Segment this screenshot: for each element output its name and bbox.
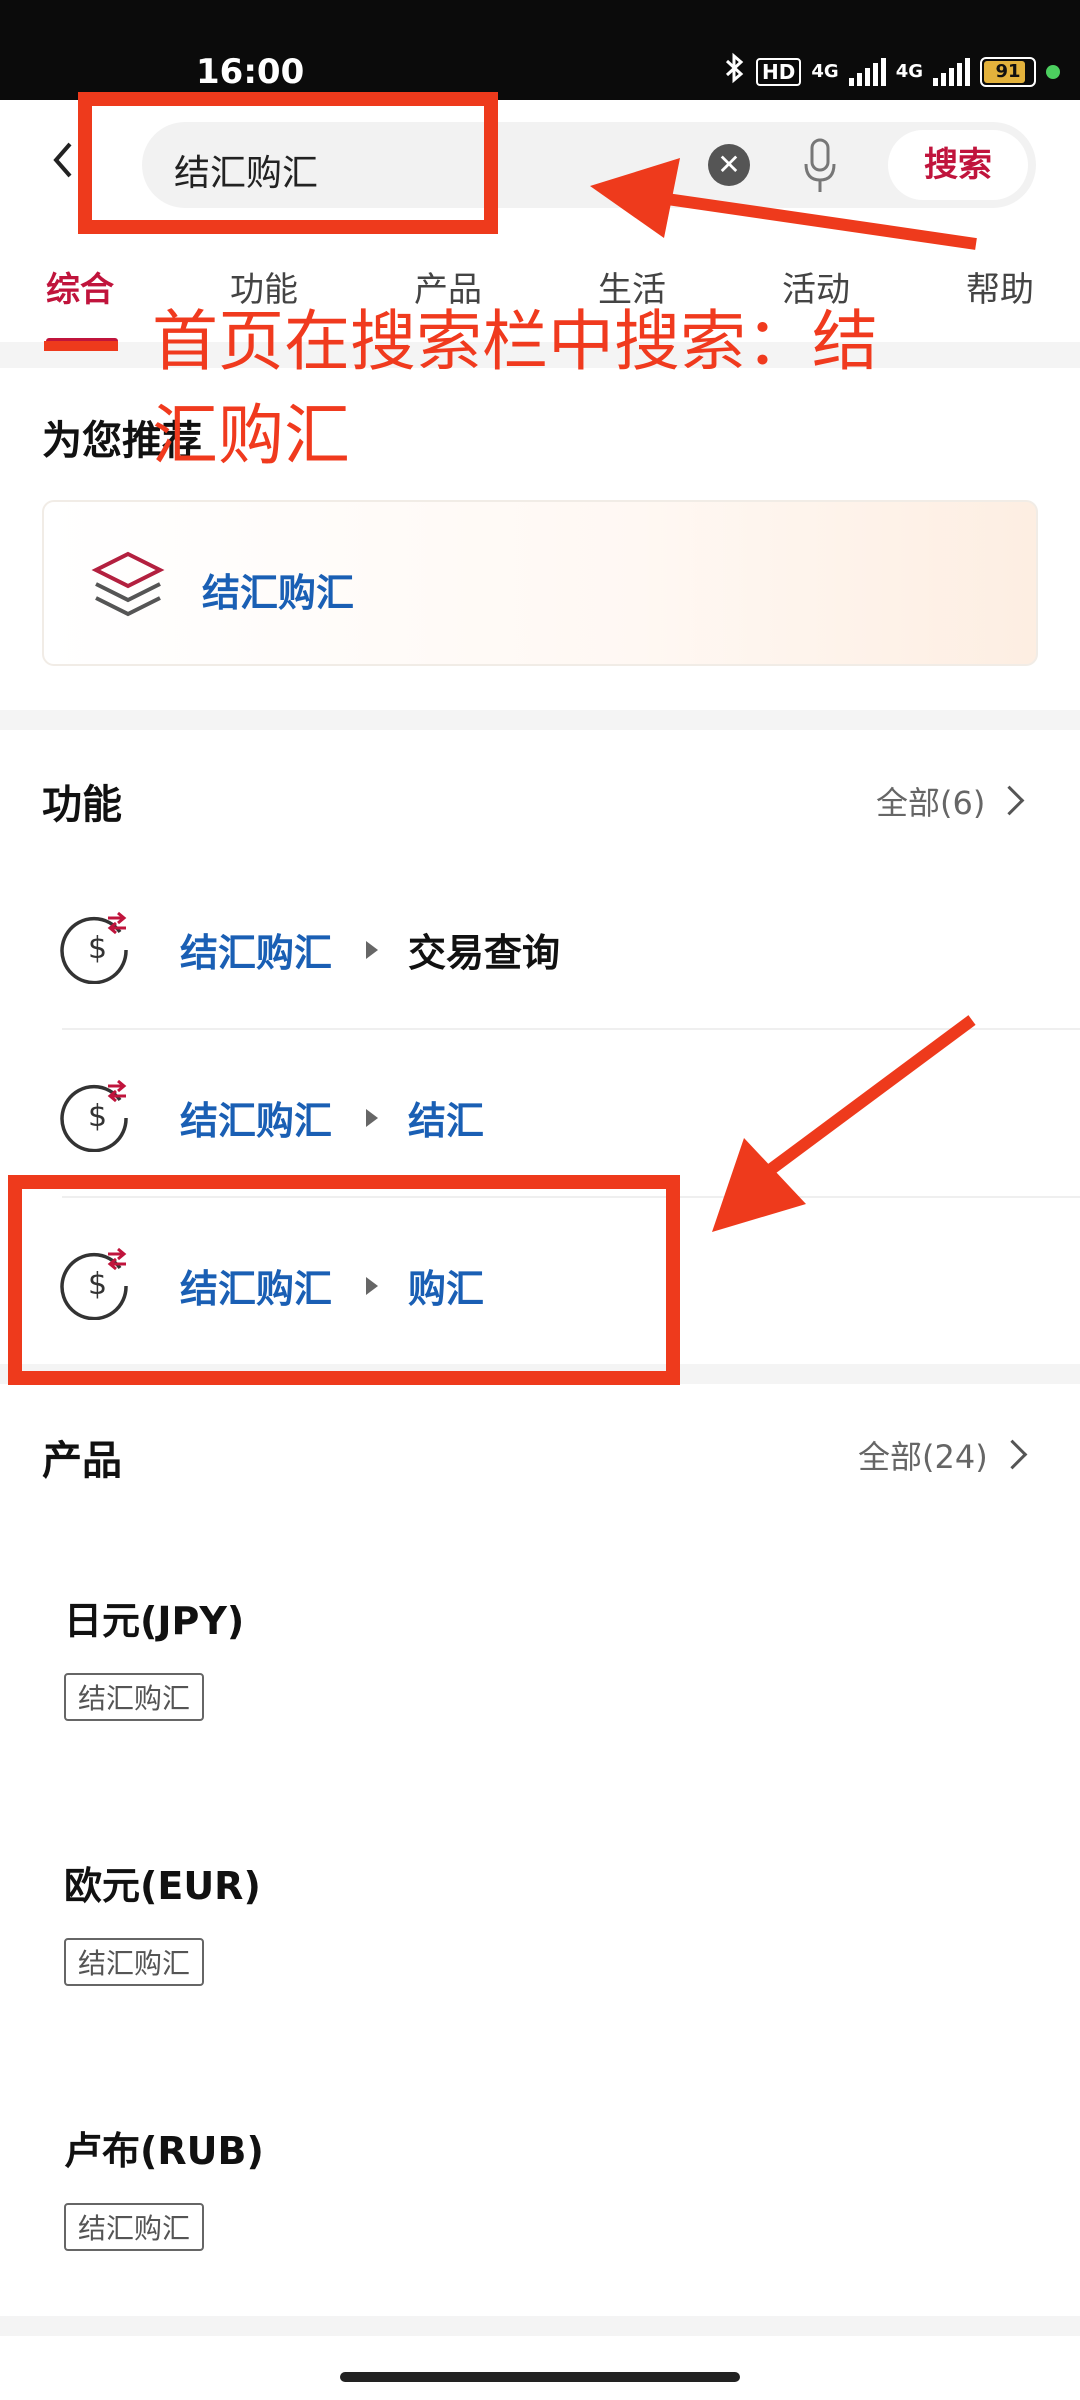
divider [0,710,1080,730]
function-row-inquiry[interactable]: $ 结汇购汇 交易查询 [0,862,1080,1030]
tab-all[interactable]: 综合 [46,262,114,311]
privacy-dot-icon [1046,64,1060,79]
product-tag: 结汇购汇 [64,1938,205,1986]
recommend-item-label: 结汇购汇 [202,571,355,615]
svg-text:$: $ [88,931,107,966]
chevron-right-icon [994,785,1025,816]
battery-icon: 91 [980,56,1036,87]
function-row-sell[interactable]: $ 结汇购汇 结汇 [0,1030,1080,1198]
hd-icon: HD [756,57,802,86]
bluetooth-icon [724,52,746,91]
dollar-exchange-icon: $ [60,1079,128,1152]
product-item[interactable]: 卢布(RUB) 结汇购汇 [64,2120,264,2251]
product-item[interactable]: 日元(JPY) 结汇购汇 [64,1590,244,1721]
product-name: 卢布(RUB) [64,2129,264,2173]
annotation-text-line1: 首页在搜索栏中搜索：结 [152,303,878,380]
svg-text:$: $ [88,1099,107,1134]
product-name: 欧元(EUR) [64,1864,261,1908]
tab-help[interactable]: 帮助 [966,262,1034,311]
products-title: 产品 [42,1438,122,1484]
functions-more-label: 全部(6) [876,784,986,822]
function-main-label: 结汇购汇 [180,1099,333,1143]
annotation-highlight-buy [8,1175,680,1385]
status-icons: HD 4G 4G 91 [724,52,1060,91]
divider [0,2316,1080,2336]
products-more-label: 全部(24) [858,1438,988,1476]
signal-icon-1 [848,57,886,86]
home-indicator[interactable] [340,2372,740,2382]
network-label-2: 4G [895,61,923,82]
microphone-icon[interactable] [800,136,840,196]
function-sub-label: 结汇 [408,1099,485,1143]
functions-more-link[interactable]: 全部(6) [876,778,1025,824]
function-path: 结汇购汇 结汇 [180,1090,484,1145]
recommend-card[interactable]: 结汇购汇 [42,500,1038,666]
function-sub-label: 交易查询 [408,931,561,975]
annotation-text-line2: 汇购汇 [152,397,350,474]
function-path: 结汇购汇 交易查询 [180,922,560,977]
clear-icon[interactable]: ✕ [708,144,750,186]
layers-icon [91,551,165,617]
product-tag: 结汇购汇 [64,1673,205,1721]
status-bar: 16:00 HD 4G 4G 91 [0,0,1080,100]
signal-icon-2 [933,57,970,86]
search-button[interactable]: 搜索 [888,130,1028,200]
product-item[interactable]: 欧元(EUR) 结汇购汇 [64,1855,261,1986]
network-label-1: 4G [811,61,839,82]
product-tag: 结汇购汇 [64,2203,205,2251]
products-more-link[interactable]: 全部(24) [858,1432,1028,1478]
annotation-highlight-search [78,92,498,234]
play-arrow-icon [366,940,379,959]
product-name: 日元(JPY) [64,1599,245,1643]
chevron-right-icon [997,1439,1028,1470]
play-arrow-icon [366,1108,379,1127]
dollar-exchange-icon: $ [60,911,128,984]
functions-title: 功能 [42,782,122,828]
status-time: 16:00 [196,52,305,92]
function-main-label: 结汇购汇 [180,931,333,975]
